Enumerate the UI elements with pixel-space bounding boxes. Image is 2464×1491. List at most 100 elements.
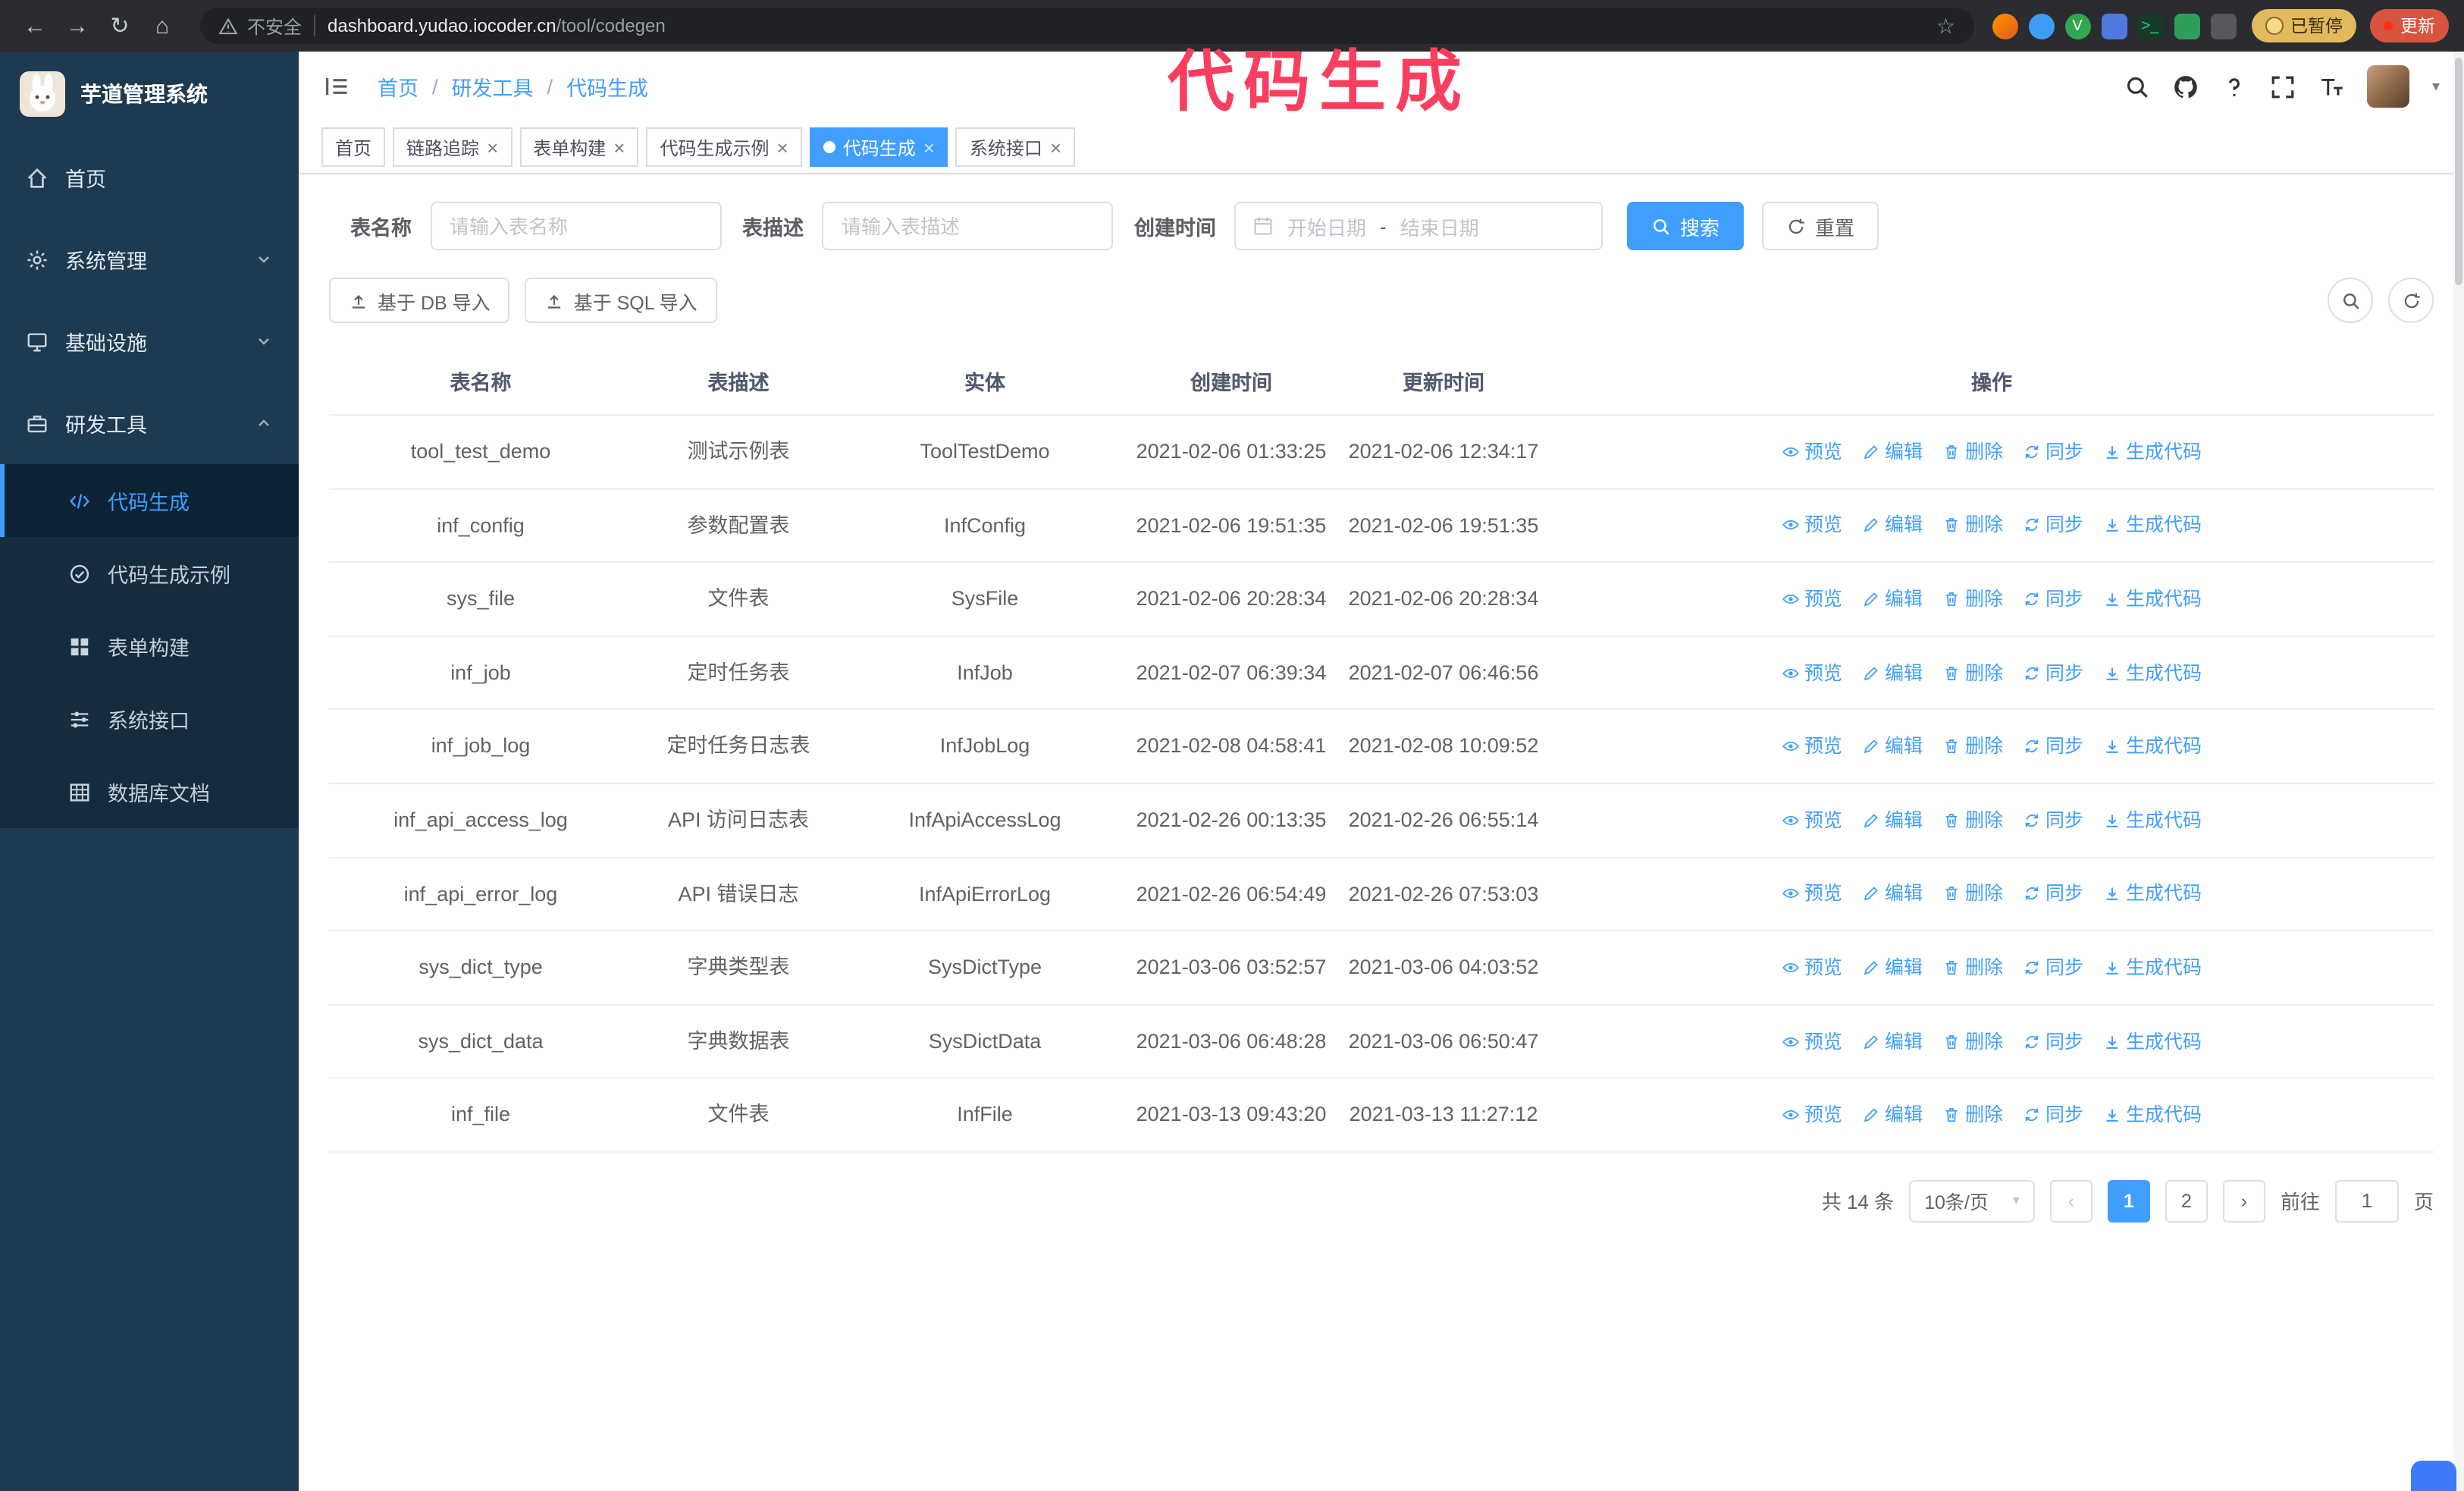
edit-link[interactable]: 编辑	[1862, 879, 1923, 909]
sync-link[interactable]: 同步	[2023, 1100, 2083, 1130]
browser-forward-button[interactable]: →	[58, 6, 97, 46]
browser-back-button[interactable]: ←	[15, 6, 55, 46]
preview-link[interactable]: 预览	[1782, 953, 1842, 983]
delete-link[interactable]: 删除	[1942, 437, 2003, 467]
preview-link[interactable]: 预览	[1782, 1026, 1842, 1056]
delete-link[interactable]: 删除	[1942, 731, 2003, 761]
preview-link[interactable]: 预览	[1782, 731, 1842, 761]
preview-link[interactable]: 预览	[1782, 584, 1842, 614]
page-scrollbar[interactable]	[2453, 52, 2464, 1491]
generate-code-link[interactable]: 生成代码	[2103, 805, 2202, 836]
goto-page-input[interactable]	[2334, 1179, 2399, 1223]
sync-link[interactable]: 同步	[2023, 437, 2083, 467]
sidebar-item[interactable]: 研发工具	[0, 382, 299, 464]
sidebar-subitem[interactable]: 系统接口	[0, 683, 299, 755]
preview-link[interactable]: 预览	[1782, 510, 1842, 541]
edit-link[interactable]: 编辑	[1862, 658, 1923, 688]
avatar-caret-down-icon[interactable]: ▾	[2432, 78, 2440, 95]
sync-link[interactable]: 同步	[2023, 805, 2083, 836]
extension-icon-drop[interactable]	[2028, 13, 2054, 39]
edit-link[interactable]: 编辑	[1862, 1026, 1923, 1056]
edit-link[interactable]: 编辑	[1862, 510, 1923, 541]
address-bar[interactable]: 不安全 dashboard.yudao.iocoder.cn/tool/code…	[200, 8, 1973, 44]
font-size-icon[interactable]	[2318, 74, 2344, 99]
generate-code-link[interactable]: 生成代码	[2103, 584, 2202, 614]
avatar[interactable]	[2366, 65, 2409, 108]
browser-reload-button[interactable]: ↻	[100, 6, 140, 46]
extension-icon-terminal[interactable]: >_	[2137, 13, 2163, 39]
prev-page-button[interactable]: ‹	[2049, 1179, 2093, 1223]
floating-action-button[interactable]	[2411, 1461, 2456, 1491]
extension-icon-green-check[interactable]: V	[2064, 13, 2090, 39]
close-icon[interactable]: ×	[777, 137, 788, 157]
sidebar-subitem[interactable]: 代码生成	[0, 464, 299, 537]
paused-badge[interactable]: 已暂停	[2251, 9, 2356, 42]
page-size-select[interactable]: 10条/页 ▾	[1909, 1179, 2035, 1223]
delete-link[interactable]: 删除	[1942, 953, 2003, 983]
sync-link[interactable]: 同步	[2023, 953, 2083, 983]
tab[interactable]: 表单构建 ×	[519, 127, 639, 167]
sidebar-subitem[interactable]: 表单构建	[0, 610, 299, 683]
tab[interactable]: 代码生成 ×	[809, 127, 948, 167]
sync-link[interactable]: 同步	[2023, 584, 2083, 614]
sidebar-item[interactable]: 基础设施	[0, 300, 299, 382]
sync-link[interactable]: 同步	[2023, 731, 2083, 761]
close-icon[interactable]: ×	[487, 137, 498, 157]
preview-link[interactable]: 预览	[1782, 1100, 1842, 1130]
extension-icon-people[interactable]	[2101, 13, 2127, 39]
update-button[interactable]: 更新	[2370, 9, 2449, 42]
breadcrumb-home[interactable]: 首页	[378, 71, 419, 102]
extensions-puzzle-icon[interactable]	[2210, 13, 2236, 39]
browser-home-button[interactable]: ⌂	[143, 6, 182, 46]
delete-link[interactable]: 删除	[1942, 584, 2003, 614]
date-range-picker[interactable]: 开始日期 - 结束日期	[1234, 202, 1603, 250]
toggle-search-button[interactable]	[2328, 278, 2373, 323]
tab[interactable]: 系统接口 ×	[955, 127, 1076, 167]
delete-link[interactable]: 删除	[1942, 1026, 2003, 1056]
sidebar-subitem[interactable]: 代码生成示例	[0, 537, 299, 610]
delete-link[interactable]: 删除	[1942, 510, 2003, 541]
preview-link[interactable]: 预览	[1782, 658, 1842, 688]
edit-link[interactable]: 编辑	[1862, 805, 1923, 836]
edit-link[interactable]: 编辑	[1862, 584, 1923, 614]
search-icon[interactable]	[2124, 74, 2150, 99]
delete-link[interactable]: 删除	[1942, 1100, 2003, 1130]
generate-code-link[interactable]: 生成代码	[2103, 879, 2202, 909]
fullscreen-icon[interactable]	[2270, 74, 2296, 99]
generate-code-link[interactable]: 生成代码	[2103, 1026, 2202, 1056]
refresh-table-button[interactable]	[2388, 278, 2434, 323]
app-logo[interactable]: 芋道管理系统	[0, 52, 299, 137]
import-sql-button[interactable]: 基于 SQL 导入	[525, 278, 717, 323]
close-icon[interactable]: ×	[923, 137, 935, 157]
delete-link[interactable]: 删除	[1942, 879, 2003, 909]
generate-code-link[interactable]: 生成代码	[2103, 953, 2202, 983]
next-page-button[interactable]: ›	[2222, 1179, 2265, 1223]
sync-link[interactable]: 同步	[2023, 658, 2083, 688]
page-number-button[interactable]: 1	[2107, 1179, 2150, 1223]
help-icon[interactable]	[2221, 74, 2247, 99]
bookmark-star-icon[interactable]: ☆	[1936, 13, 1955, 39]
delete-link[interactable]: 删除	[1942, 805, 2003, 836]
edit-link[interactable]: 编辑	[1862, 437, 1923, 467]
tab[interactable]: 首页	[321, 127, 386, 167]
github-icon[interactable]	[2173, 74, 2199, 99]
generate-code-link[interactable]: 生成代码	[2103, 1100, 2202, 1130]
import-db-button[interactable]: 基于 DB 导入	[329, 278, 510, 323]
search-button[interactable]: 搜索	[1627, 202, 1745, 250]
preview-link[interactable]: 预览	[1782, 805, 1842, 836]
reset-button[interactable]: 重置	[1762, 202, 1879, 250]
tab[interactable]: 代码生成示例 ×	[646, 127, 802, 167]
close-icon[interactable]: ×	[1050, 137, 1061, 157]
tab[interactable]: 链路追踪 ×	[393, 127, 513, 167]
extension-icon-leaf[interactable]	[2174, 13, 2199, 39]
sync-link[interactable]: 同步	[2023, 879, 2083, 909]
edit-link[interactable]: 编辑	[1862, 731, 1923, 761]
edit-link[interactable]: 编辑	[1862, 953, 1923, 983]
extension-icon-fox[interactable]	[1992, 13, 2017, 39]
edit-link[interactable]: 编辑	[1862, 1100, 1923, 1130]
table-name-input[interactable]	[430, 202, 721, 250]
sidebar-subitem[interactable]: 数据库文档	[0, 755, 299, 828]
close-icon[interactable]: ×	[613, 137, 625, 157]
sidebar-item[interactable]: 首页	[0, 137, 299, 218]
sidebar-item[interactable]: 系统管理	[0, 218, 299, 300]
